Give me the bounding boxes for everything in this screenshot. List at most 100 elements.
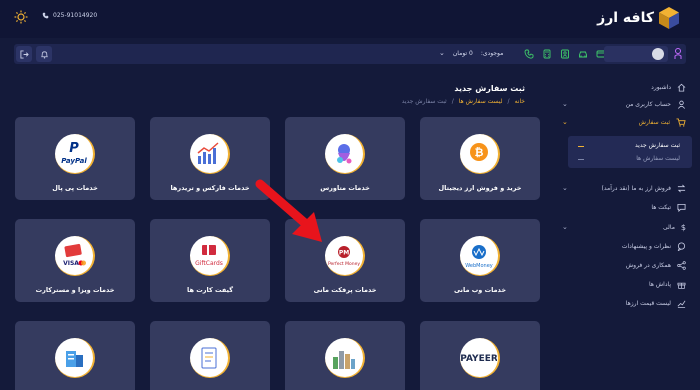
user-menu[interactable] xyxy=(604,46,668,62)
crypto-icon: ₿ xyxy=(460,134,500,174)
service-card-visa-mastercard[interactable]: VISA خدمات ویزا و مسترکارت xyxy=(15,219,135,302)
paypal-icon: P PayPal xyxy=(55,134,95,174)
notifications-button[interactable] xyxy=(36,46,52,62)
perfect-money-wordmark: Perfect Money xyxy=(328,261,360,267)
sidebar-item-label: همکاری در فروش xyxy=(625,261,671,269)
sidebar-item-label: مالی xyxy=(663,223,675,231)
sidebar-item-rewards[interactable]: پاداش ها xyxy=(560,276,686,292)
giftcard-icon: GiftCards xyxy=(190,236,230,276)
submenu-new-order[interactable]: ثبت سفارش جدید xyxy=(635,142,680,149)
share-icon xyxy=(677,260,686,270)
sidebar-item-label: داشبورد xyxy=(651,83,671,91)
card-label: خدمات پرفکت مانی xyxy=(313,286,377,294)
sidebar-item-label: پاداش ها xyxy=(648,280,671,288)
svg-text:P: P xyxy=(69,141,79,156)
breadcrumb-orders[interactable]: لیست سفارش ها xyxy=(459,98,503,105)
card-label: خرید و فروش ارز دیجیتال xyxy=(438,184,522,192)
car-icon[interactable] xyxy=(576,47,589,60)
payeer-icon: PAYEER xyxy=(460,338,500,378)
sidebar-item-tickets[interactable]: تیکت ها xyxy=(560,199,686,215)
sidebar-item-label: فروش ارز به ما (نقد درآمد) xyxy=(601,184,671,192)
chevron-down-icon: ⌄ xyxy=(562,184,568,192)
forex-chart-icon xyxy=(190,134,230,174)
service-card-documents[interactable] xyxy=(150,321,270,390)
document-icon xyxy=(190,338,230,378)
card-label: خدمات ویزا و مسترکارت xyxy=(35,286,115,294)
logout-button[interactable] xyxy=(16,46,32,62)
chart-icon xyxy=(677,300,686,308)
chevron-down-icon: ⌄ xyxy=(562,118,568,126)
phone-contact[interactable]: 025-91014920 xyxy=(42,12,97,19)
comment-icon xyxy=(677,241,686,251)
quick-tools xyxy=(522,47,607,60)
svg-text:PayPal: PayPal xyxy=(61,157,87,165)
logo-cube-icon xyxy=(659,7,679,29)
card-label: خدمات وب مانی xyxy=(453,286,507,294)
breadcrumb-home[interactable]: خانه xyxy=(515,98,525,105)
sidebar-item-label: تیکت ها xyxy=(651,203,671,211)
sidebar-item-feedback[interactable]: نظرات و پیشنهادات xyxy=(560,238,686,254)
top-bar: 025-91014920 کافه ارز xyxy=(0,0,700,38)
user-profile-icon[interactable] xyxy=(674,47,682,61)
balance-label: موجودی: xyxy=(480,49,504,57)
user-icon xyxy=(678,100,685,109)
calculator-icon[interactable] xyxy=(540,47,553,60)
city-icon xyxy=(325,338,365,378)
sidebar-item-label: نظرات و پیشنهادات xyxy=(621,242,671,250)
avatar xyxy=(652,48,664,60)
sidebar-item-label: لیست قیمت ارزها xyxy=(625,299,671,307)
server-icon xyxy=(55,338,95,378)
submenu-orders-list[interactable]: لیست سفارش ها xyxy=(636,155,680,162)
sidebar-item-label: ثبت سفارش xyxy=(638,118,670,126)
theme-sun-icon[interactable] xyxy=(14,10,28,24)
metaverse-icon xyxy=(325,134,365,174)
breadcrumb-current: ثبت سفارش جدید xyxy=(401,98,447,105)
service-card-paypal[interactable]: P PayPal خدمات پی پال xyxy=(15,117,135,200)
sidebar-item-affiliate[interactable]: همکاری در فروش xyxy=(560,257,686,273)
sidebar-item-order[interactable]: ⌄ ثبت سفارش xyxy=(560,114,686,130)
ticket-icon xyxy=(677,203,686,212)
visa-mastercard-icon: VISA xyxy=(55,236,95,276)
svg-text:WebMoney: WebMoney xyxy=(465,263,493,269)
exchange-icon xyxy=(677,184,686,192)
sidebar-item-price-list[interactable]: لیست قیمت ارزها xyxy=(560,295,686,311)
webmoney-icon: WebMoney xyxy=(460,236,500,276)
phone-support-icon[interactable] xyxy=(522,47,535,60)
balance-value: 0 تومان xyxy=(452,49,473,57)
bell-icon xyxy=(40,50,48,59)
card-label: گیفت کارت ها xyxy=(187,286,233,294)
sidebar-item-dashboard[interactable]: داشبورد xyxy=(560,79,686,95)
card-label: خدمات پی پال xyxy=(52,184,98,192)
wallet-balance[interactable]: موجودی: 0 تومان ⌄ xyxy=(439,49,503,57)
service-card-city[interactable] xyxy=(285,321,405,390)
service-card-webmoney[interactable]: WebMoney خدمات وب مانی xyxy=(420,219,540,302)
red-pointer-arrow-icon xyxy=(255,179,322,242)
site-logo[interactable]: کافه ارز xyxy=(597,6,680,30)
sidebar-item-account[interactable]: ⌄ حساب کاربری من xyxy=(560,96,686,112)
breadcrumb: خانه / لیست سفارش ها / ثبت سفارش جدید xyxy=(401,98,525,105)
phone-icon xyxy=(42,12,49,19)
phone-number: 025-91014920 xyxy=(53,12,98,19)
sidebar-item-sell-currency[interactable]: ⌄ فروش ارز به ما (نقد درآمد) xyxy=(560,180,686,196)
dollar-icon: $ xyxy=(680,222,686,232)
logout-icon xyxy=(19,49,29,59)
perfect-money-mark: PM xyxy=(339,249,349,256)
svg-text:₿: ₿ xyxy=(475,146,484,159)
svg-text:VISA: VISA xyxy=(63,260,79,267)
logo-text: کافه ارز xyxy=(597,10,654,26)
toolbar: موجودی: 0 تومان ⌄ xyxy=(14,44,686,64)
chevron-down-icon: ⌄ xyxy=(439,49,445,57)
id-card-icon[interactable] xyxy=(558,47,571,60)
service-card-payeer[interactable]: PAYEER xyxy=(420,321,540,390)
home-icon xyxy=(677,83,686,92)
cart-icon xyxy=(676,117,686,127)
chevron-down-icon: ⌄ xyxy=(562,100,568,108)
service-card-server[interactable] xyxy=(15,321,135,390)
svg-text:PAYEER: PAYEER xyxy=(461,354,497,364)
sidebar-item-label: حساب کاربری من xyxy=(625,100,671,108)
order-submenu: ثبت سفارش جدید لیست سفارش ها xyxy=(568,136,692,168)
svg-text:GiftCards: GiftCards xyxy=(195,260,223,267)
service-card-crypto[interactable]: ₿ خرید و فروش ارز دیجیتال xyxy=(420,117,540,200)
sidebar-item-finance[interactable]: ⌄ مالی $ xyxy=(560,219,686,235)
page-title: ثبت سفارش جدید xyxy=(454,84,525,93)
